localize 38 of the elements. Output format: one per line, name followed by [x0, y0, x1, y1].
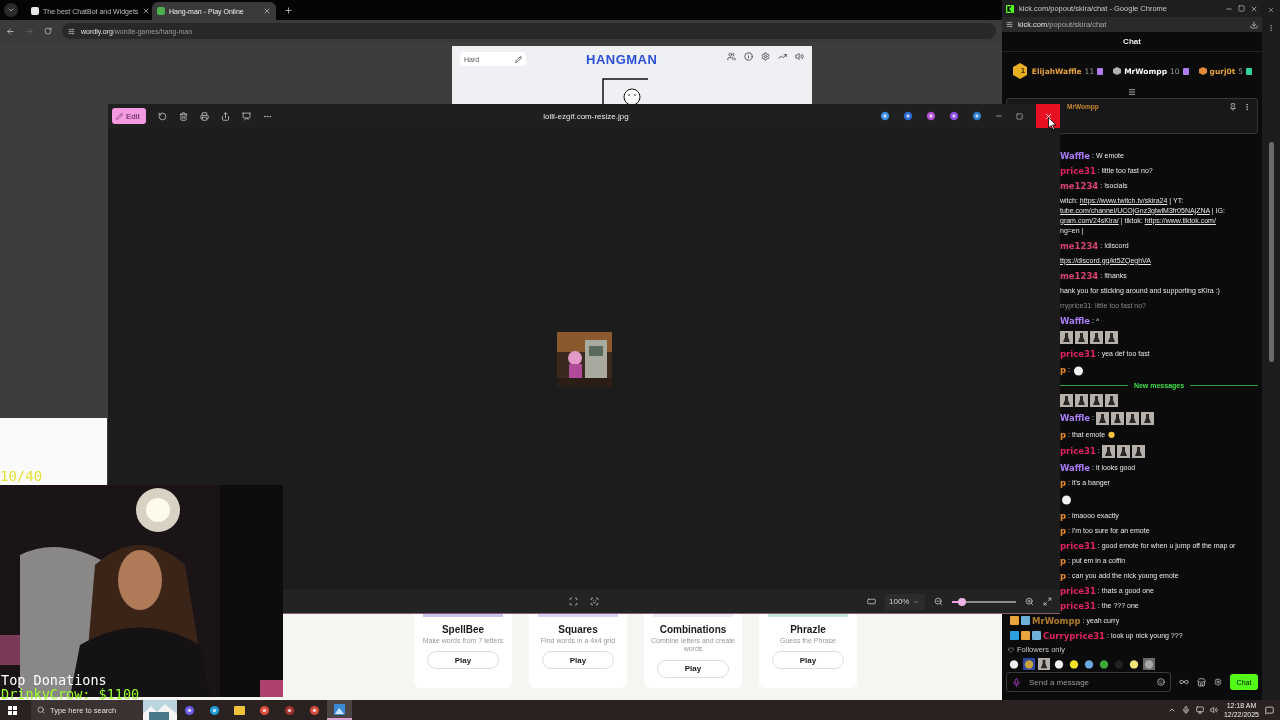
game-name: Squares	[558, 624, 598, 635]
chat-username[interactable]: price31	[1060, 585, 1096, 596]
game-title: HANGMAN	[586, 52, 658, 67]
chat-username[interactable]: Waffle	[1060, 462, 1091, 473]
play-button[interactable]: Play	[427, 651, 499, 670]
zoom-dropdown[interactable]: 100%	[885, 593, 925, 610]
chat-username[interactable]: p	[1060, 525, 1067, 536]
game-name: SpellBee	[441, 624, 485, 635]
chat-username[interactable]: price31	[1060, 540, 1096, 551]
chat-username[interactable]: p	[1060, 570, 1067, 581]
game-name: Phrazle	[790, 624, 826, 635]
chat-username[interactable]: me1234	[1060, 240, 1099, 251]
chat-username[interactable]: me1234	[1060, 180, 1099, 191]
chat-username[interactable]: price31	[1060, 600, 1096, 611]
chat-username[interactable]: Waffle	[1060, 315, 1091, 326]
chat-username[interactable]: p	[1060, 555, 1067, 566]
message-input[interactable]: Send a message	[1027, 676, 1151, 688]
play-button[interactable]: Play	[542, 651, 614, 670]
edit-button[interactable]: Edit	[112, 108, 146, 124]
chat-header: Chat	[1002, 32, 1262, 52]
chat-username[interactable]: price31	[1060, 165, 1096, 176]
chat-username[interactable]: p	[1060, 429, 1067, 440]
chat-username[interactable]: price31	[1060, 446, 1096, 456]
chat-username[interactable]: p	[1060, 477, 1067, 488]
file-name: lolll-ezgif.com-resize.jpg	[543, 111, 629, 121]
chat-username[interactable]: price31	[1060, 348, 1096, 359]
chat-username[interactable]: me1234	[1060, 270, 1099, 281]
chat-username[interactable]: p	[1060, 365, 1067, 375]
game-name: Combinations	[659, 624, 727, 635]
play-button[interactable]: Play	[657, 659, 729, 678]
message-box[interactable]: Send a message	[1006, 672, 1171, 692]
chat-username[interactable]: Waffle	[1060, 413, 1091, 423]
chat-username[interactable]: p	[1060, 510, 1067, 521]
chat-username[interactable]: Curryprice31	[1043, 630, 1106, 641]
chat-username[interactable]: MrWompp	[1032, 615, 1081, 626]
counter-overlay: 10/40	[0, 468, 43, 484]
play-button[interactable]: Play	[772, 651, 844, 670]
chat-username[interactable]: Waffle	[1060, 150, 1091, 161]
